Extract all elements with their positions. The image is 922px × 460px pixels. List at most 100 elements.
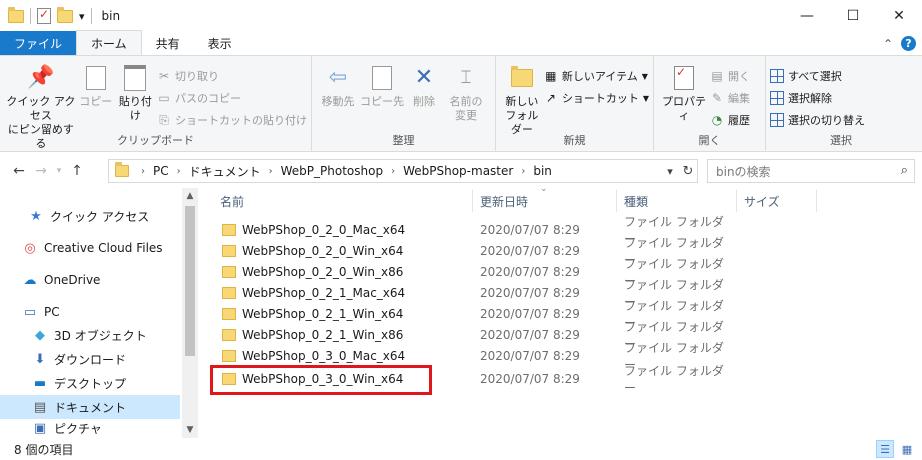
scroll-up-icon[interactable]: ▲ <box>182 188 198 204</box>
nav-item-pc[interactable]: ▭ PC <box>0 300 180 324</box>
dropdown-arrow-icon: ▼ <box>641 71 648 81</box>
shortcut-button[interactable]: ↗ ショートカット ▼ <box>544 88 649 108</box>
select-all-button[interactable]: すべて選択 <box>770 66 865 86</box>
invert-selection-label: 選択の切り替え <box>788 114 865 127</box>
download-icon: ⬇ <box>34 351 46 367</box>
cut-button[interactable]: ✂ 切り取り <box>157 66 307 86</box>
nav-item-label: OneDrive <box>44 273 101 287</box>
paste-shortcut-button[interactable]: ⎘ ショートカットの貼り付け <box>157 110 307 130</box>
nav-item-pictures[interactable]: ▣ ピクチャ <box>0 419 180 438</box>
recent-dropdown-icon[interactable]: ▾ <box>52 166 66 176</box>
breadcrumb-pc[interactable]: PC <box>153 164 169 178</box>
copy-to-label: コピー先 <box>360 95 404 108</box>
select-group-label: 選択 <box>830 134 852 147</box>
edit-button[interactable]: ✎ 編集 <box>710 88 750 108</box>
file-date: 2020/07/07 8:29 <box>480 264 580 279</box>
tab-home[interactable]: ホーム <box>76 30 142 55</box>
open-button[interactable]: ▤ 開く <box>710 66 750 86</box>
new-item-button[interactable]: ▦ 新しいアイテム ▼ <box>544 66 649 86</box>
divider <box>30 8 31 24</box>
copy-to-icon <box>368 64 396 92</box>
file-date: 2020/07/07 8:29 <box>480 327 580 342</box>
column-divider[interactable] <box>816 190 817 212</box>
pin-label-1: クイック アクセス <box>6 95 76 122</box>
history-button[interactable]: ◔ 履歴 <box>710 110 750 130</box>
window-title: bin <box>101 9 121 23</box>
rename-label-2: 変更 <box>455 109 477 122</box>
item-count: 8 個の項目 <box>14 442 74 457</box>
forward-arrow-icon[interactable]: → <box>30 163 52 179</box>
large-icons-view-icon[interactable]: ▦ <box>898 440 916 458</box>
column-header-size[interactable]: サイズ <box>744 188 780 214</box>
chevron-right-icon[interactable]: › <box>177 166 181 177</box>
customize-toolbar-dropdown-icon[interactable]: ▾ <box>79 10 85 23</box>
nav-item-documents[interactable]: ▤ ドキュメント <box>0 395 180 419</box>
nav-pane-scrollbar[interactable]: ▲ ▼ <box>182 188 198 438</box>
ribbon-collapse-icon[interactable]: ⌃ <box>883 37 893 51</box>
breadcrumb-webp-photoshop[interactable]: WebP_Photoshop <box>281 164 383 178</box>
ribbon-tabs: ファイル ホーム 共有 表示 ⌃ ? <box>0 30 922 56</box>
column-divider[interactable] <box>616 190 617 212</box>
minimize-button[interactable]: — <box>784 0 830 32</box>
file-date: 2020/07/07 8:29 <box>480 243 580 258</box>
properties-icon[interactable] <box>37 7 51 24</box>
cloud-icon: ☁ <box>23 272 37 288</box>
address-bar[interactable]: › PC › ドキュメント › WebP_Photoshop › WebPSho… <box>108 159 698 183</box>
help-icon[interactable]: ? <box>901 36 916 51</box>
back-arrow-icon[interactable]: ← <box>8 163 30 179</box>
tab-file[interactable]: ファイル <box>0 31 77 55</box>
scrollbar-thumb[interactable] <box>185 206 195 356</box>
file-name: WebPShop_0_3_0_Mac_x64 <box>242 348 406 363</box>
nav-item-downloads[interactable]: ⬇ ダウンロード <box>0 347 180 371</box>
details-view-icon[interactable]: ☰ <box>876 440 894 458</box>
column-divider[interactable] <box>472 190 473 212</box>
organize-group-label: 整理 <box>392 134 415 147</box>
open-group-label: 開く <box>698 134 721 147</box>
copy-path-button[interactable]: ▭ パスのコピー <box>157 88 307 108</box>
file-date: 2020/07/07 8:29 <box>480 306 580 321</box>
nav-item-creative-cloud[interactable]: ◎ Creative Cloud Files <box>0 236 180 260</box>
up-arrow-icon[interactable]: ↑ <box>66 163 88 179</box>
nav-item-onedrive[interactable]: ☁ OneDrive <box>0 268 180 292</box>
nav-item-label: 3D オブジェクト <box>54 328 147 343</box>
column-divider[interactable] <box>736 190 737 212</box>
nav-item-3d-objects[interactable]: ◆ 3D オブジェクト <box>0 323 180 347</box>
chevron-right-icon[interactable]: › <box>141 166 145 177</box>
new-group-label: 新規 <box>563 134 586 147</box>
folder-icon <box>222 349 236 362</box>
search-icon[interactable]: ⌕ <box>901 163 908 178</box>
tab-view[interactable]: 表示 <box>194 31 246 55</box>
select-group: すべて選択 選択解除 選択の切り替え 選択 <box>766 56 916 152</box>
shortcut-label: ショートカット <box>561 92 639 105</box>
breadcrumb-webpshop-master[interactable]: WebPShop-master <box>403 164 513 178</box>
column-header-date[interactable]: 更新日時 <box>480 188 528 214</box>
chevron-right-icon[interactable]: › <box>521 166 525 177</box>
breadcrumb-bin[interactable]: bin <box>533 164 552 178</box>
chevron-right-icon[interactable]: › <box>391 166 395 177</box>
new-folder-icon <box>508 64 536 92</box>
select-none-button[interactable]: 選択解除 <box>770 88 865 108</box>
paste-label: 貼り付け <box>118 95 152 122</box>
breadcrumb: › PC › ドキュメント › WebP_Photoshop › WebPSho… <box>133 163 552 180</box>
column-header-name[interactable]: 名前 <box>220 188 244 214</box>
file-list: 名前 ⌄ 更新日時 種類 サイズ WebPShop_0_2_0_Mac_x64 … <box>208 184 922 438</box>
paste-shortcut-label: ショートカットの貼り付け <box>175 114 307 127</box>
tab-share[interactable]: 共有 <box>142 31 194 55</box>
nav-item-desktop[interactable]: ▬ デスクトップ <box>0 371 180 395</box>
new-item-label: 新しいアイテム <box>561 70 638 83</box>
breadcrumb-documents[interactable]: ドキュメント <box>189 163 261 180</box>
search-input[interactable]: binの検索 ⌕ <box>707 159 915 183</box>
file-name: WebPShop_0_2_0_Win_x86 <box>242 264 404 279</box>
column-header-type[interactable]: 種類 <box>624 188 648 214</box>
file-date: 2020/07/07 8:29 <box>480 348 580 363</box>
dropdown-arrow-icon: ▼ <box>642 93 649 103</box>
nav-item-quick-access[interactable]: ★ クイック アクセス <box>0 204 180 228</box>
invert-selection-button[interactable]: 選択の切り替え <box>770 110 865 130</box>
close-button[interactable]: ✕ <box>876 0 922 32</box>
scroll-down-icon[interactable]: ▼ <box>182 422 198 438</box>
chevron-right-icon[interactable]: › <box>269 166 273 177</box>
refresh-icon[interactable]: ↻ <box>679 164 697 179</box>
address-dropdown-icon[interactable]: ▾ <box>661 165 679 178</box>
new-folder-icon[interactable] <box>57 6 73 23</box>
maximize-button[interactable]: ☐ <box>830 0 876 32</box>
